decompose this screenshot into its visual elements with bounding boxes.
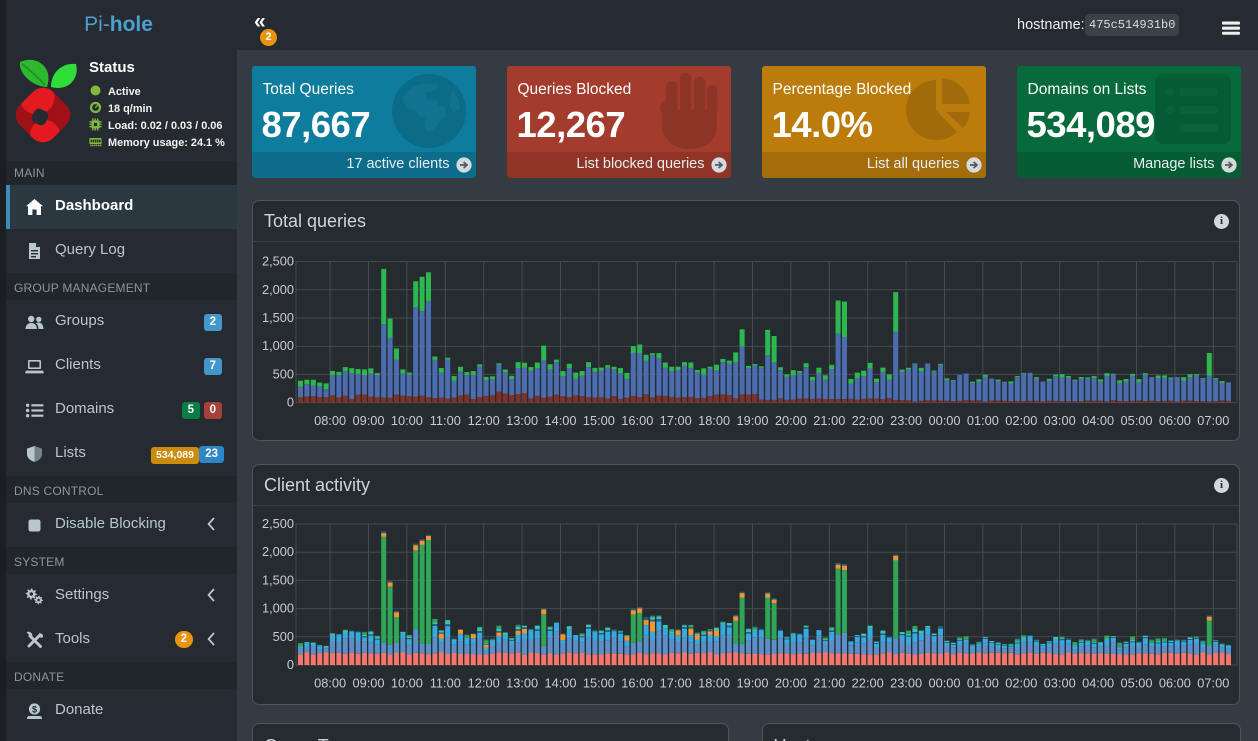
svg-text:$: $ bbox=[32, 704, 37, 714]
